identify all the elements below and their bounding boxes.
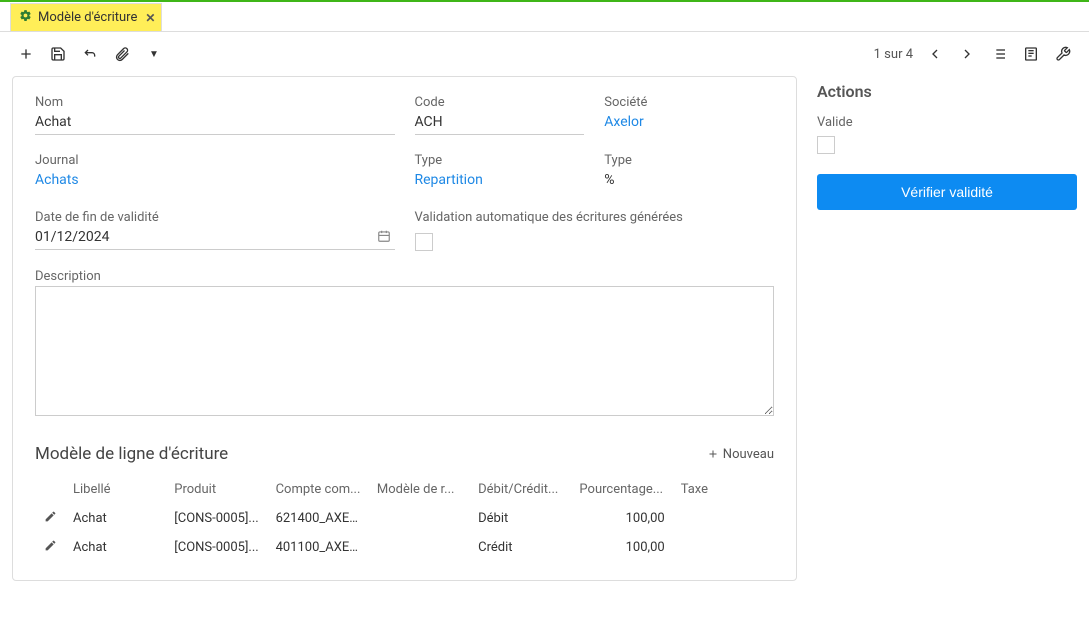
list-view-button[interactable] [985, 40, 1013, 68]
textarea-description[interactable] [35, 286, 774, 416]
label-societe: Société [604, 95, 774, 110]
more-dropdown[interactable]: ▼ [140, 40, 168, 68]
prev-record-button[interactable] [921, 40, 949, 68]
col-dc[interactable]: Débit/Crédit... [470, 476, 571, 504]
label-journal: Journal [35, 153, 395, 168]
col-produit[interactable]: Produit [166, 476, 267, 504]
pager-text: 1 sur 4 [874, 47, 913, 62]
calendar-icon[interactable] [377, 229, 391, 247]
valide-label: Valide [817, 115, 1077, 130]
col-compte[interactable]: Compte com... [268, 476, 369, 504]
verify-validity-button[interactable]: Vérifier validité [817, 174, 1077, 210]
new-line-label: Nouveau [723, 447, 774, 462]
label-type2: Type [604, 153, 774, 168]
label-nom: Nom [35, 95, 395, 110]
actions-panel: Actions Valide Vérifier validité [817, 76, 1077, 581]
lines-table: Libellé Produit Compte com... Modèle de … [35, 476, 774, 562]
label-type1: Type [415, 153, 585, 168]
input-date-fin[interactable]: 01/12/2024 [35, 227, 395, 250]
col-modele[interactable]: Modèle de r... [369, 476, 470, 504]
label-code: Code [415, 95, 585, 110]
link-journal[interactable]: Achats [35, 170, 395, 192]
next-record-button[interactable] [953, 40, 981, 68]
value-type2: % [604, 170, 774, 192]
edit-row-icon[interactable] [35, 533, 65, 562]
input-nom[interactable]: Achat [35, 112, 395, 135]
form-view-button[interactable] [1017, 40, 1045, 68]
tab-bar: Modèle d'écriture ✕ [0, 0, 1089, 32]
attachment-button[interactable] [108, 40, 136, 68]
label-date-fin: Date de fin de validité [35, 210, 395, 225]
save-button[interactable] [44, 40, 72, 68]
col-pct[interactable]: Pourcentage... [571, 476, 672, 504]
new-line-button[interactable]: Nouveau [707, 447, 774, 462]
lines-title: Modèle de ligne d'écriture [35, 444, 228, 464]
label-validation-auto: Validation automatique des écritures gén… [415, 210, 775, 225]
gear-icon [19, 9, 32, 26]
back-button[interactable] [76, 40, 104, 68]
table-row[interactable]: Achat [CONS-0005]... 401100_AXE ... Créd… [35, 533, 774, 562]
checkbox-validation-auto[interactable] [415, 233, 433, 251]
col-taxe[interactable]: Taxe [673, 476, 774, 504]
table-row[interactable]: Achat [CONS-0005]... 621400_AXE ... Débi… [35, 504, 774, 534]
valide-checkbox[interactable] [817, 136, 835, 154]
select-type1[interactable]: Repartition [415, 170, 585, 192]
edit-row-icon[interactable] [35, 504, 65, 534]
label-description: Description [35, 269, 774, 284]
link-societe[interactable]: Axelor [604, 112, 774, 134]
close-icon[interactable]: ✕ [145, 11, 155, 25]
tab-title: Modèle d'écriture [38, 10, 137, 25]
new-record-button[interactable] [12, 40, 40, 68]
form-card: Nom Achat Code ACH Société Axelor Journa… [12, 76, 797, 581]
settings-button[interactable] [1049, 40, 1077, 68]
tab-modele-ecriture[interactable]: Modèle d'écriture ✕ [10, 3, 162, 31]
col-libelle[interactable]: Libellé [65, 476, 166, 504]
toolbar: ▼ 1 sur 4 [0, 32, 1089, 76]
actions-title: Actions [817, 82, 1077, 101]
input-code[interactable]: ACH [415, 112, 585, 135]
